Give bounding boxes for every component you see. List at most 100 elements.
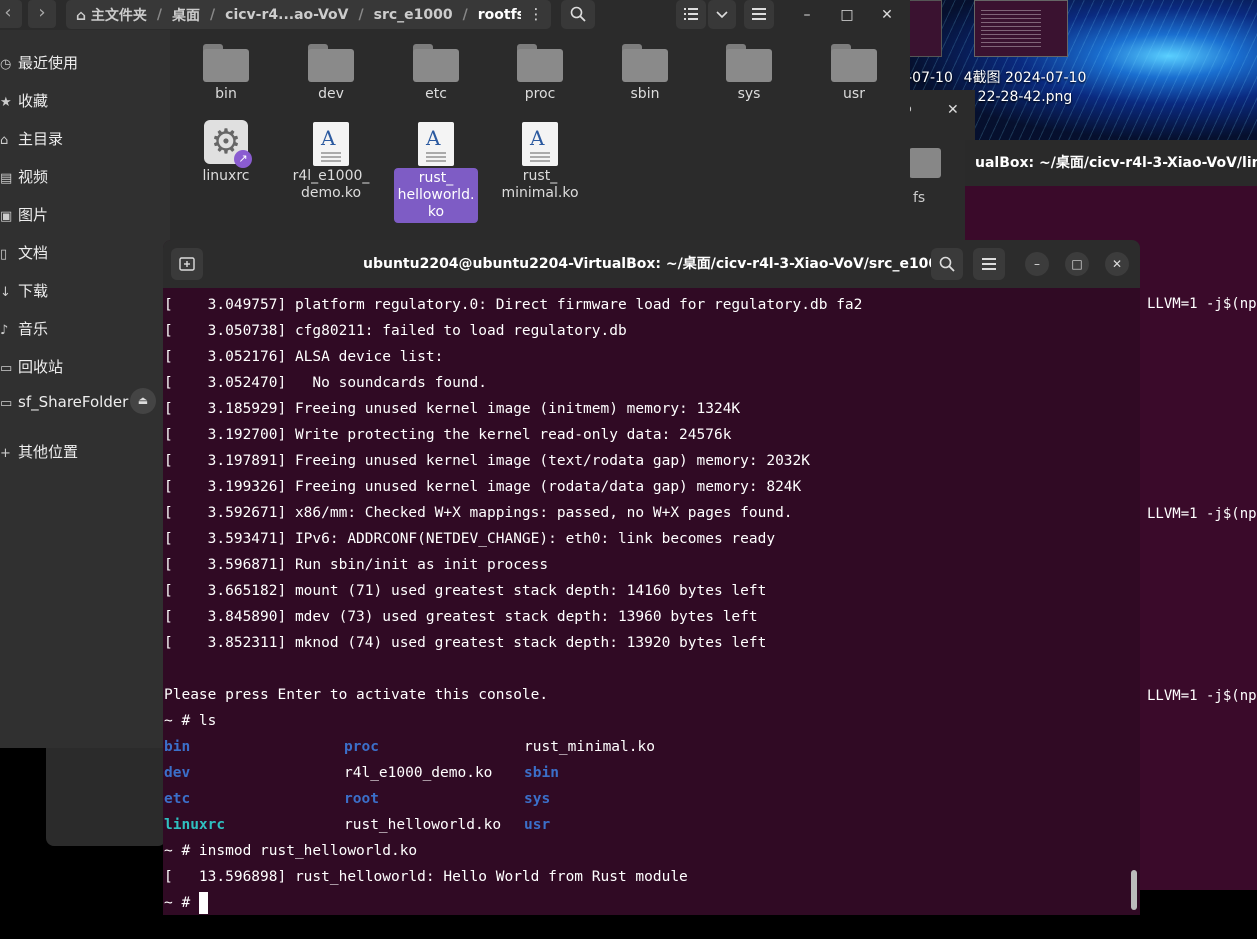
home-icon: ⌂ bbox=[0, 133, 9, 148]
desktop-thumbnail[interactable] bbox=[974, 0, 1068, 57]
close-icon[interactable]: ✕ bbox=[947, 102, 959, 118]
sidebar: ◷ 最近使用 ★ 收藏 ⌂ 主目录 ▤ 视频 ▣ 图片 ▯ 文档 ↓ 下载 ♪ 音乐 ▭ 回收站 ▭ sf_Share… bbox=[0, 30, 170, 748]
terminal-line: [ 3.592671] x86/mm: Checked W+X mappings… bbox=[164, 505, 793, 521]
sidebar-item-label: 视频 bbox=[18, 168, 49, 186]
document-icon: ▯ bbox=[0, 247, 8, 262]
folder-item[interactable]: sys bbox=[707, 30, 791, 103]
forward-button[interactable]: › bbox=[28, 0, 56, 28]
desktop-file-label[interactable]: -07-10 bbox=[905, 69, 955, 88]
terminal-line: [ 13.596898] rust_helloworld: Hello Worl… bbox=[164, 869, 688, 885]
sidebar-item-6[interactable]: ▯ 文档 bbox=[0, 236, 170, 270]
breadcrumb-item[interactable]: cicv-r4...ao-VoV bbox=[215, 7, 358, 23]
search-button[interactable] bbox=[561, 0, 595, 29]
folder-label: etc bbox=[425, 86, 447, 102]
desktop-file-label[interactable]: 4截图 2024-07-10 bbox=[960, 69, 1090, 88]
new-tab-icon bbox=[179, 257, 195, 271]
breadcrumb-item[interactable]: 桌面 bbox=[162, 5, 210, 25]
text-cursor bbox=[198, 892, 208, 914]
new-tab-button[interactable] bbox=[171, 248, 203, 280]
file-manager-header: ‹ › ⌂ 主文件夹 / 桌面 / cicv-r4...ao-VoV / src… bbox=[0, 0, 910, 30]
terminal-search-button[interactable] bbox=[931, 248, 963, 280]
folder-label: proc bbox=[524, 86, 556, 102]
sidebar-item-label: 下载 bbox=[18, 282, 49, 300]
shell-prompt: ~ # bbox=[164, 895, 199, 911]
folder-label: bin bbox=[215, 86, 237, 102]
menu-icon bbox=[982, 258, 996, 270]
sidebar-item-label: 回收站 bbox=[18, 358, 64, 376]
sidebar-item-label: 其他位置 bbox=[18, 443, 79, 461]
sidebar-item-5[interactable]: ▣ 图片 bbox=[0, 198, 170, 232]
terminal-output[interactable]: [ 3.049757] platform regulatory.0: Direc… bbox=[164, 292, 1124, 915]
link-file-item[interactable]: ⚙ ↗ linuxrc bbox=[184, 120, 268, 185]
desktop-thumbnail[interactable] bbox=[905, 0, 942, 57]
file-label: rust_ minimal.ko bbox=[501, 168, 579, 201]
sidebar-item-4[interactable]: ▤ 视频 bbox=[0, 160, 170, 194]
terminal-menu-button[interactable] bbox=[973, 248, 1005, 280]
terminal-line: ~ # insmod rust_helloworld.ko bbox=[164, 843, 418, 859]
main-menu-button[interactable] bbox=[744, 0, 774, 29]
file-item[interactable]: Arust_ helloworld. ko bbox=[394, 120, 478, 223]
file-item[interactable]: Ar4l_e1000_ demo.ko bbox=[289, 120, 373, 202]
terminal-prompt-line[interactable]: ~ # bbox=[164, 890, 1124, 915]
terminal-header: ubuntu2204@ubuntu2204-VirtualBox: ~/桌面/c… bbox=[163, 240, 1140, 288]
terminal-line: [ 3.665182] mount (71) used greatest sta… bbox=[164, 583, 767, 599]
breadcrumb-item[interactable]: src_e1000 bbox=[364, 7, 463, 23]
folder-item[interactable]: proc bbox=[498, 30, 582, 103]
symlink-icon: ↗ bbox=[234, 150, 252, 168]
eject-button[interactable]: ⏏ bbox=[130, 388, 156, 414]
sidebar-item-10[interactable]: ▭ sf_ShareFolder ⏏ bbox=[0, 385, 170, 419]
background-terminal-title: ualBox: ~/桌面/cicv-r4l-3-Xiao-VoV/linux bbox=[965, 140, 1257, 186]
drive-icon: ▭ bbox=[0, 396, 13, 411]
ls-entry: linuxrc bbox=[164, 817, 226, 833]
desktop-file-label[interactable]: 22-28-42.png bbox=[960, 88, 1090, 107]
maximize-button[interactable]: □ bbox=[836, 4, 858, 26]
sidebar-item-11[interactable]: + 其他位置 bbox=[0, 435, 170, 469]
minimize-button[interactable]: – bbox=[796, 4, 818, 26]
document-icon: A bbox=[418, 122, 454, 166]
sidebar-item-label: 主目录 bbox=[18, 130, 64, 148]
folder-label: fs bbox=[913, 190, 926, 206]
terminal-line: [ 3.192700] Write protecting the kernel … bbox=[164, 427, 732, 443]
sidebar-item-7[interactable]: ↓ 下载 bbox=[0, 274, 170, 308]
folder-item[interactable]: etc bbox=[394, 30, 478, 103]
sidebar-item-3[interactable]: ⌂ 主目录 bbox=[0, 122, 170, 156]
view-options-button[interactable] bbox=[708, 0, 736, 29]
breadcrumb-home[interactable]: ⌂ 主文件夹 bbox=[66, 5, 157, 25]
sidebar-item-2[interactable]: ★ 收藏 bbox=[0, 84, 170, 118]
list-view-button[interactable] bbox=[676, 0, 706, 29]
ls-entry: root bbox=[344, 791, 379, 807]
sidebar-item-8[interactable]: ♪ 音乐 bbox=[0, 312, 170, 346]
terminal-line: [ 3.593471] IPv6: ADDRCONF(NETDEV_CHANGE… bbox=[164, 531, 776, 547]
video-icon: ▤ bbox=[0, 171, 13, 186]
terminal-scrollbar[interactable] bbox=[1131, 870, 1137, 910]
sidebar-item-1[interactable]: ◷ 最近使用 bbox=[0, 46, 170, 80]
terminal-line: Please press Enter to activate this cons… bbox=[164, 687, 549, 703]
folder-item[interactable]: sbin bbox=[603, 30, 687, 103]
image-icon: ▣ bbox=[0, 209, 13, 224]
folder-item[interactable]: usr bbox=[812, 30, 896, 103]
trash-icon: ▭ bbox=[0, 361, 13, 376]
terminal-window[interactable]: ubuntu2204@ubuntu2204-VirtualBox: ~/桌面/c… bbox=[163, 240, 1140, 915]
breadcrumb: ⌂ 主文件夹 / 桌面 / cicv-r4...ao-VoV / src_e10… bbox=[66, 0, 551, 29]
terminal-line: LLVM=1 -j$(np bbox=[1147, 506, 1257, 522]
close-button[interactable]: ✕ bbox=[876, 4, 898, 26]
ls-output-row: dev r4l_e1000_demo.ko sbin bbox=[164, 760, 1124, 786]
path-menu-button[interactable]: ⋮ bbox=[521, 0, 551, 29]
folder-label: sbin bbox=[630, 86, 660, 102]
star-icon: ★ bbox=[0, 95, 12, 110]
terminal-close-button[interactable]: ✕ bbox=[1105, 252, 1129, 276]
folder-item[interactable]: dev bbox=[289, 30, 373, 103]
terminal-maximize-button[interactable]: □ bbox=[1065, 252, 1089, 276]
terminal-line: [ 3.199326] Freeing unused kernel image … bbox=[164, 479, 802, 495]
folder-item[interactable]: bin bbox=[184, 30, 268, 103]
sidebar-item-9[interactable]: ▭ 回收站 bbox=[0, 350, 170, 384]
file-item[interactable]: Arust_ minimal.ko bbox=[498, 120, 582, 202]
folder-icon bbox=[622, 44, 668, 82]
back-button[interactable]: ‹ bbox=[0, 0, 22, 28]
download-icon: ↓ bbox=[0, 285, 11, 300]
plus-icon: + bbox=[0, 446, 11, 461]
folder-icon bbox=[413, 44, 459, 82]
ls-entry: proc bbox=[344, 739, 379, 755]
terminal-minimize-button[interactable]: – bbox=[1025, 252, 1049, 276]
